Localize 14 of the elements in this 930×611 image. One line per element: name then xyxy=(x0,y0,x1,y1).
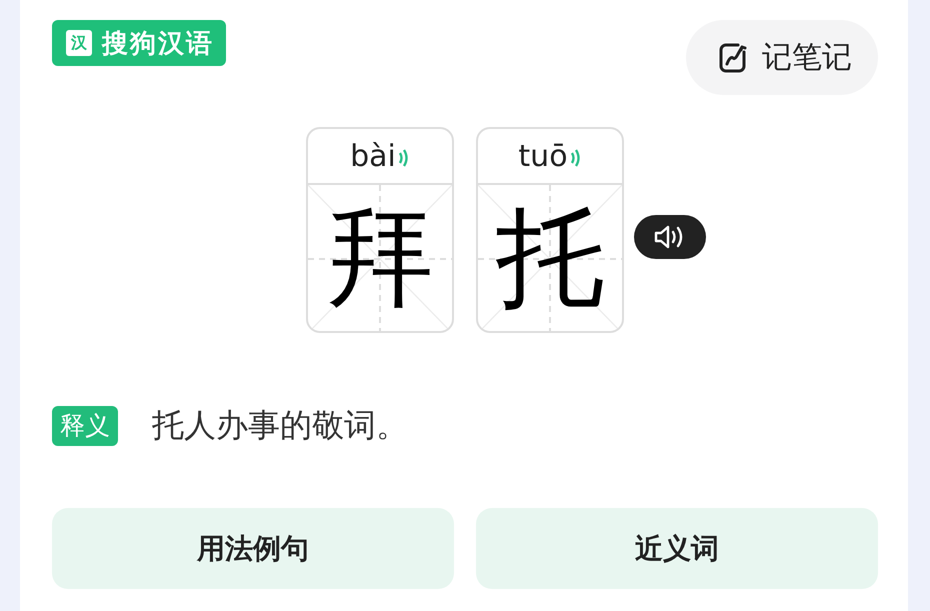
note-button[interactable]: 记笔记 xyxy=(686,20,878,95)
sound-icon xyxy=(398,149,410,167)
character-text: 拜 xyxy=(326,205,434,313)
pinyin-text: tuō xyxy=(518,138,568,174)
action-button[interactable]: 用法例句 xyxy=(52,508,454,589)
speaker-button[interactable] xyxy=(634,215,706,259)
character-text: 托 xyxy=(496,205,604,313)
pinyin-text: bài xyxy=(350,138,396,174)
logo-text: 搜狗汉语 xyxy=(102,28,214,60)
logo-icon: 汉 xyxy=(66,30,92,56)
definition-tag: 释义 xyxy=(52,406,118,446)
sound-icon xyxy=(570,149,582,167)
action-button[interactable]: 近义词 xyxy=(476,508,878,589)
definition-text: 托人办事的敬词。 xyxy=(152,405,408,446)
